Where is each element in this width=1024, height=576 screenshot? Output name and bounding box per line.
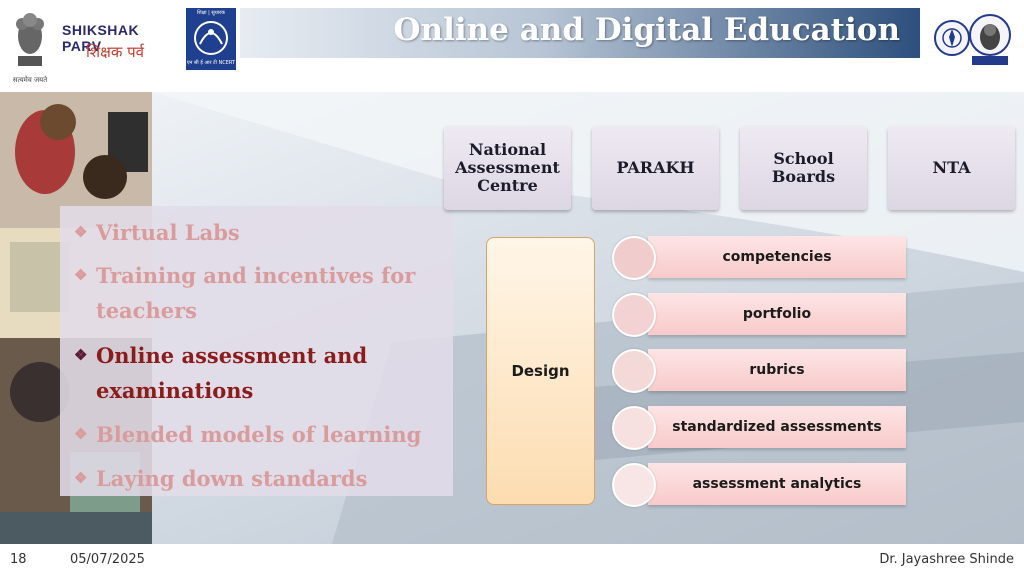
slide-number: 18	[10, 552, 27, 567]
item-label: assessment analytics	[648, 463, 906, 505]
item-label: competencies	[648, 236, 906, 278]
bullet-online-assessment: ❖ Online assessment and examinations	[74, 338, 374, 408]
emblem-caption: सत्यमेव जयते	[12, 76, 48, 84]
org-nta: NTA	[888, 126, 1015, 210]
bullet-list: ❖ Virtual Labs ❖ Training and incentives…	[60, 206, 453, 496]
circle-icon	[612, 349, 656, 393]
item-label: portfolio	[648, 293, 906, 335]
logo-text-hi: शिक्षक पर्व	[86, 43, 144, 61]
university-logo	[934, 10, 1014, 70]
slide-header: सत्यमेव जयते SHIKSHAK PARV शिक्षक पर्व श…	[0, 0, 1024, 92]
bullet-standards: ❖ Laying down standards	[74, 461, 444, 496]
slide-date: 05/07/2025	[70, 552, 145, 567]
bullet-virtual-labs: ❖ Virtual Labs	[74, 215, 444, 250]
diamond-bullet-icon: ❖	[74, 346, 88, 364]
circle-icon	[612, 236, 656, 280]
diamond-bullet-icon: ❖	[74, 425, 88, 443]
ncert-logo: शिक्षा | सुधारक एन सी ई आर टी NCERT	[186, 8, 236, 70]
org-national-assessment-centre: National Assessment Centre	[444, 126, 571, 210]
circle-icon	[612, 293, 656, 337]
design-box: Design	[486, 237, 595, 505]
org-parakh: PARAKH	[592, 126, 719, 210]
design-item-rubrics: rubrics	[612, 349, 908, 393]
design-item-assessment-analytics: assessment analytics	[612, 463, 908, 507]
diamond-bullet-icon: ❖	[74, 266, 88, 284]
item-label: standardized assessments	[648, 406, 906, 448]
design-item-competencies: competencies	[612, 236, 908, 280]
circle-icon	[612, 463, 656, 507]
diamond-bullet-icon: ❖	[74, 469, 88, 487]
org-school-boards: School Boards	[740, 126, 867, 210]
circle-icon	[612, 406, 656, 450]
item-label: rubrics	[648, 349, 906, 391]
bullet-training: ❖ Training and incentives for teachers	[74, 258, 444, 328]
slide-footer: 18 05/07/2025 Dr. Jayashree Shinde	[0, 544, 1024, 576]
slide-author: Dr. Jayashree Shinde	[879, 552, 1014, 567]
bullet-blended-models: ❖ Blended models of learning	[74, 417, 444, 452]
shikshak-parv-logo: SHIKSHAK PARV शिक्षक पर्व	[58, 18, 182, 64]
ncert-bottom-text: एन सी ई आर टी NCERT	[186, 60, 236, 66]
design-item-standardized-assessments: standardized assessments	[612, 406, 908, 450]
national-emblem-logo: सत्यमेव जयते	[8, 6, 52, 86]
diamond-bullet-icon: ❖	[74, 223, 88, 241]
design-item-portfolio: portfolio	[612, 293, 908, 337]
slide-title: Online and Digital Education	[393, 12, 900, 48]
